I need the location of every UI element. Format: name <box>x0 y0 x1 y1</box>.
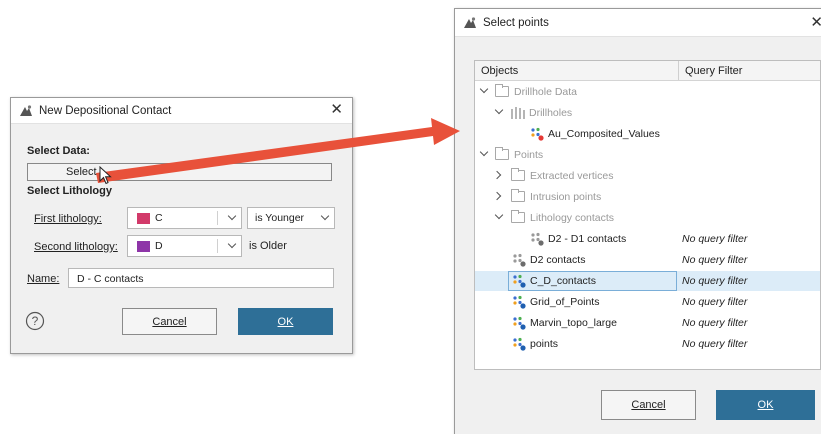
annotation-arrow <box>96 118 460 183</box>
mouse-cursor-icon <box>99 166 112 185</box>
